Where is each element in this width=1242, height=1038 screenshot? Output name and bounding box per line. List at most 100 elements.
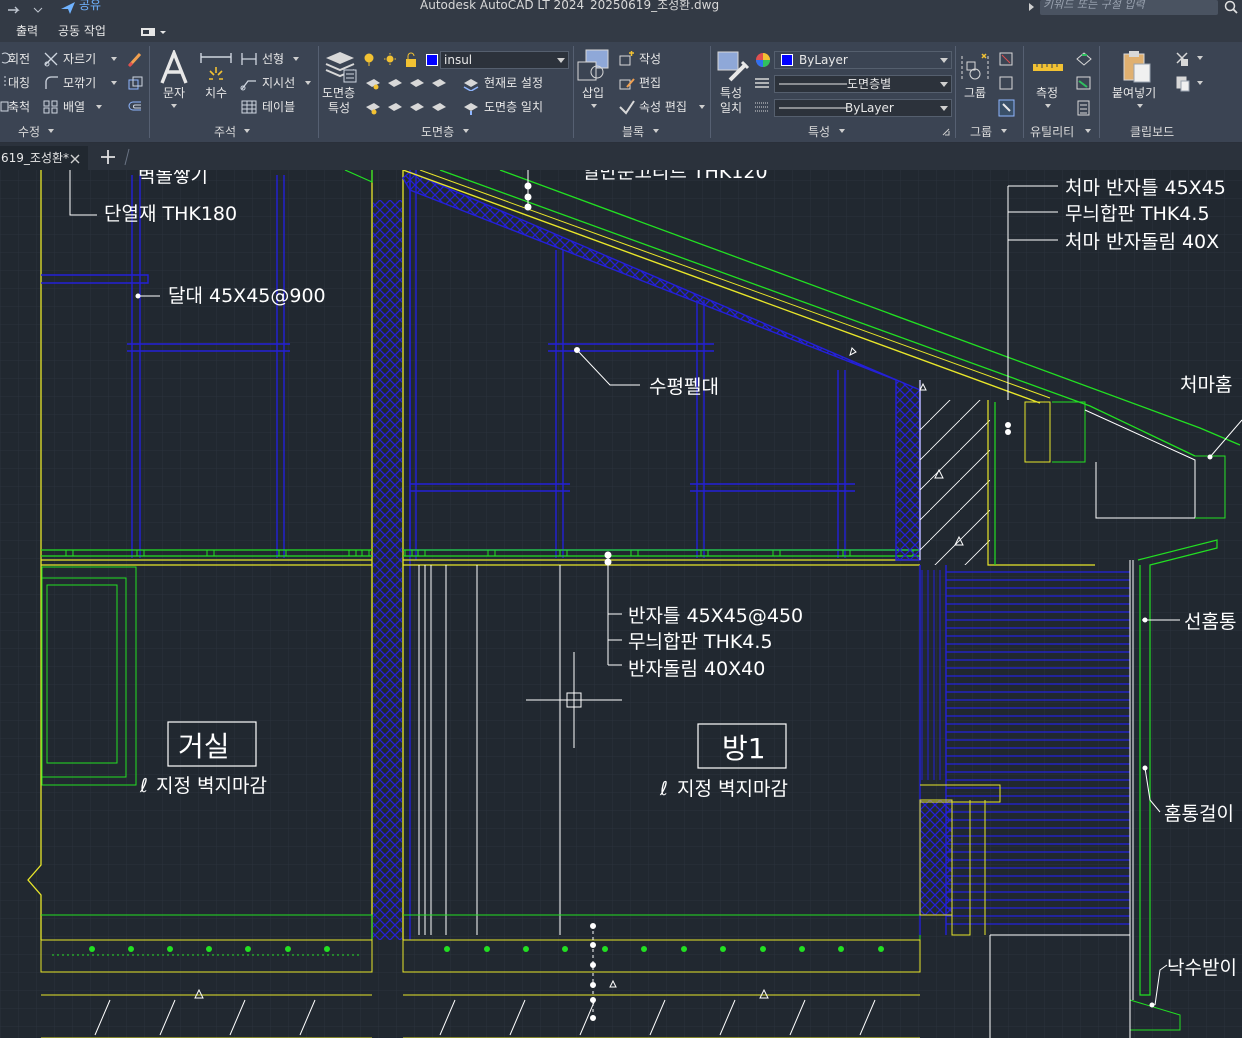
create-block-icon[interactable] [618,51,636,67]
layer-properties-label-2[interactable]: 특성 [328,101,350,115]
properties-panel-dropdown-icon[interactable] [838,128,846,134]
edit-attributes-icon[interactable] [618,99,636,115]
linear-dropdown-icon[interactable] [292,56,300,62]
close-icon[interactable] [70,154,80,164]
redo-icon[interactable] [6,2,46,16]
fillet-button[interactable]: 모깎기 [63,76,96,90]
block-panel-label[interactable]: 블록 [622,123,644,140]
array-button[interactable]: 배열 [63,100,85,114]
share-icon[interactable] [60,1,76,15]
panel-launcher-icon[interactable] [942,128,950,136]
properties-panel-label[interactable]: 특성 [808,123,830,140]
document-tab[interactable]: 619_조성환* [0,146,88,170]
make-current-button[interactable]: 현재로 설정 [484,76,543,90]
utilities-panel-label[interactable]: 유틸리티 [1030,123,1074,140]
array-dropdown-icon[interactable] [95,104,103,110]
rotate-button[interactable]: 회전 [8,52,30,66]
match-layer-button[interactable]: 도면층 일치 [484,100,543,114]
text-icon[interactable] [158,50,192,86]
workspace-icon[interactable] [140,27,168,37]
new-tab-icon[interactable] [100,149,116,165]
dimension-icon[interactable] [198,51,234,85]
offset-icon[interactable] [127,99,145,115]
annotation-panel-label[interactable]: 주석 [214,123,236,140]
lineweight-dropdown[interactable]: ByLayer [774,99,952,117]
menu-output[interactable]: 출력 [16,24,38,38]
expand-icon[interactable] [1028,2,1036,12]
menu-collaborate[interactable]: 공동 작업 [58,24,106,38]
layer-tools-row1-icons[interactable] [364,75,464,91]
annotation-panel-dropdown-icon[interactable] [243,128,251,134]
fillet-icon[interactable] [43,75,59,91]
insert-dropdown-icon[interactable] [590,103,598,109]
modify-panel-label[interactable]: 수정 [18,123,40,140]
linear-icon[interactable] [240,51,258,67]
dimension-button[interactable]: 치수 [205,86,227,100]
paste-icon[interactable] [1118,48,1154,84]
match-properties-label-1[interactable]: 특성 [720,86,742,100]
table-button[interactable]: 테이블 [262,100,295,114]
insert-button[interactable]: 삽입 [582,86,604,100]
scale-button[interactable]: 축척 [8,100,30,114]
layer-properties-icon[interactable] [322,50,358,84]
edit-block-icon[interactable] [618,75,636,91]
edit-block-button[interactable]: 편집 [639,76,661,90]
trim-dropdown-icon[interactable] [110,56,118,62]
layer-properties-label-1[interactable]: 도면층 [322,86,355,100]
measure-button[interactable]: 측정 [1036,86,1058,100]
trim-button[interactable]: 자르기 [63,52,96,66]
copy-icon[interactable] [127,75,145,91]
clipboard-tools-icons[interactable] [1175,51,1205,93]
match-layer-icon[interactable] [462,99,480,115]
match-properties-icon[interactable] [716,50,750,84]
layers-panel-dropdown-icon[interactable] [462,128,470,134]
group-button[interactable]: 그룹 [964,86,986,100]
modify-panel-dropdown-icon[interactable] [47,128,55,134]
search-icon[interactable] [1223,0,1239,15]
mirror-button[interactable]: 대칭 [8,76,30,90]
create-block-button[interactable]: 작성 [639,52,661,66]
trim-icon[interactable] [43,51,61,67]
linetype-dropdown[interactable]: 도면층별 [774,75,952,93]
linetype-icon[interactable] [754,76,770,90]
erase-icon[interactable] [127,51,145,67]
layers-panel-label[interactable]: 도면층 [421,123,454,140]
insert-block-icon[interactable] [576,48,612,84]
clipboard-panel-label[interactable]: 클립보드 [1130,123,1174,140]
fillet-dropdown-icon[interactable] [110,80,118,86]
layer-dropdown[interactable]: insul [440,51,569,69]
edit-attributes-dropdown-icon[interactable] [698,104,706,110]
edit-attributes-button[interactable]: 속성 편집 [639,100,687,114]
text-dropdown-icon[interactable] [170,103,178,109]
share-label[interactable]: 공유 [79,0,101,12]
layer-state-icons[interactable] [364,52,424,68]
text-button[interactable]: 문자 [163,86,185,100]
measure-dropdown-icon[interactable] [1044,103,1052,109]
drawing-svg[interactable]: 벽돌쌓기 일반준고리트 THK120 단열재 THK180 달대 45X45@9… [0,170,1242,1038]
search-box[interactable]: 키워드 또는 구절 입력 [1040,0,1218,15]
color-wheel-icon[interactable] [754,51,772,69]
drawing-canvas[interactable]: 벽돌쌓기 일반준고리트 THK120 단열재 THK180 달대 45X45@9… [0,170,1242,1038]
groups-panel-label[interactable]: 그룹 [970,123,992,140]
table-icon[interactable] [240,99,258,115]
block-panel-dropdown-icon[interactable] [652,128,660,134]
lineweight-icon[interactable] [754,100,770,114]
leader-button[interactable]: 지시선 [262,76,295,90]
utilities-panel-dropdown-icon[interactable] [1084,128,1092,134]
color-dropdown[interactable]: ByLayer [774,51,952,69]
paste-dropdown-icon[interactable] [1136,103,1144,109]
leader-icon[interactable] [240,75,258,91]
layer-tools-row2-icons[interactable] [364,99,464,115]
groups-panel-dropdown-icon[interactable] [1000,128,1008,134]
utility-tools-icons[interactable] [1075,51,1093,117]
group-tools-icons[interactable] [998,51,1016,119]
group-icon[interactable] [958,50,992,84]
array-icon[interactable] [43,99,59,115]
search-input[interactable]: 키워드 또는 구절 입력 [1043,0,1145,12]
linear-button[interactable]: 선형 [262,52,284,66]
leader-dropdown-icon[interactable] [304,80,312,86]
match-properties-label-2[interactable]: 일치 [720,101,742,115]
measure-icon[interactable] [1032,56,1064,74]
make-current-icon[interactable] [462,75,480,91]
paste-button[interactable]: 붙여넣기 [1112,86,1156,100]
